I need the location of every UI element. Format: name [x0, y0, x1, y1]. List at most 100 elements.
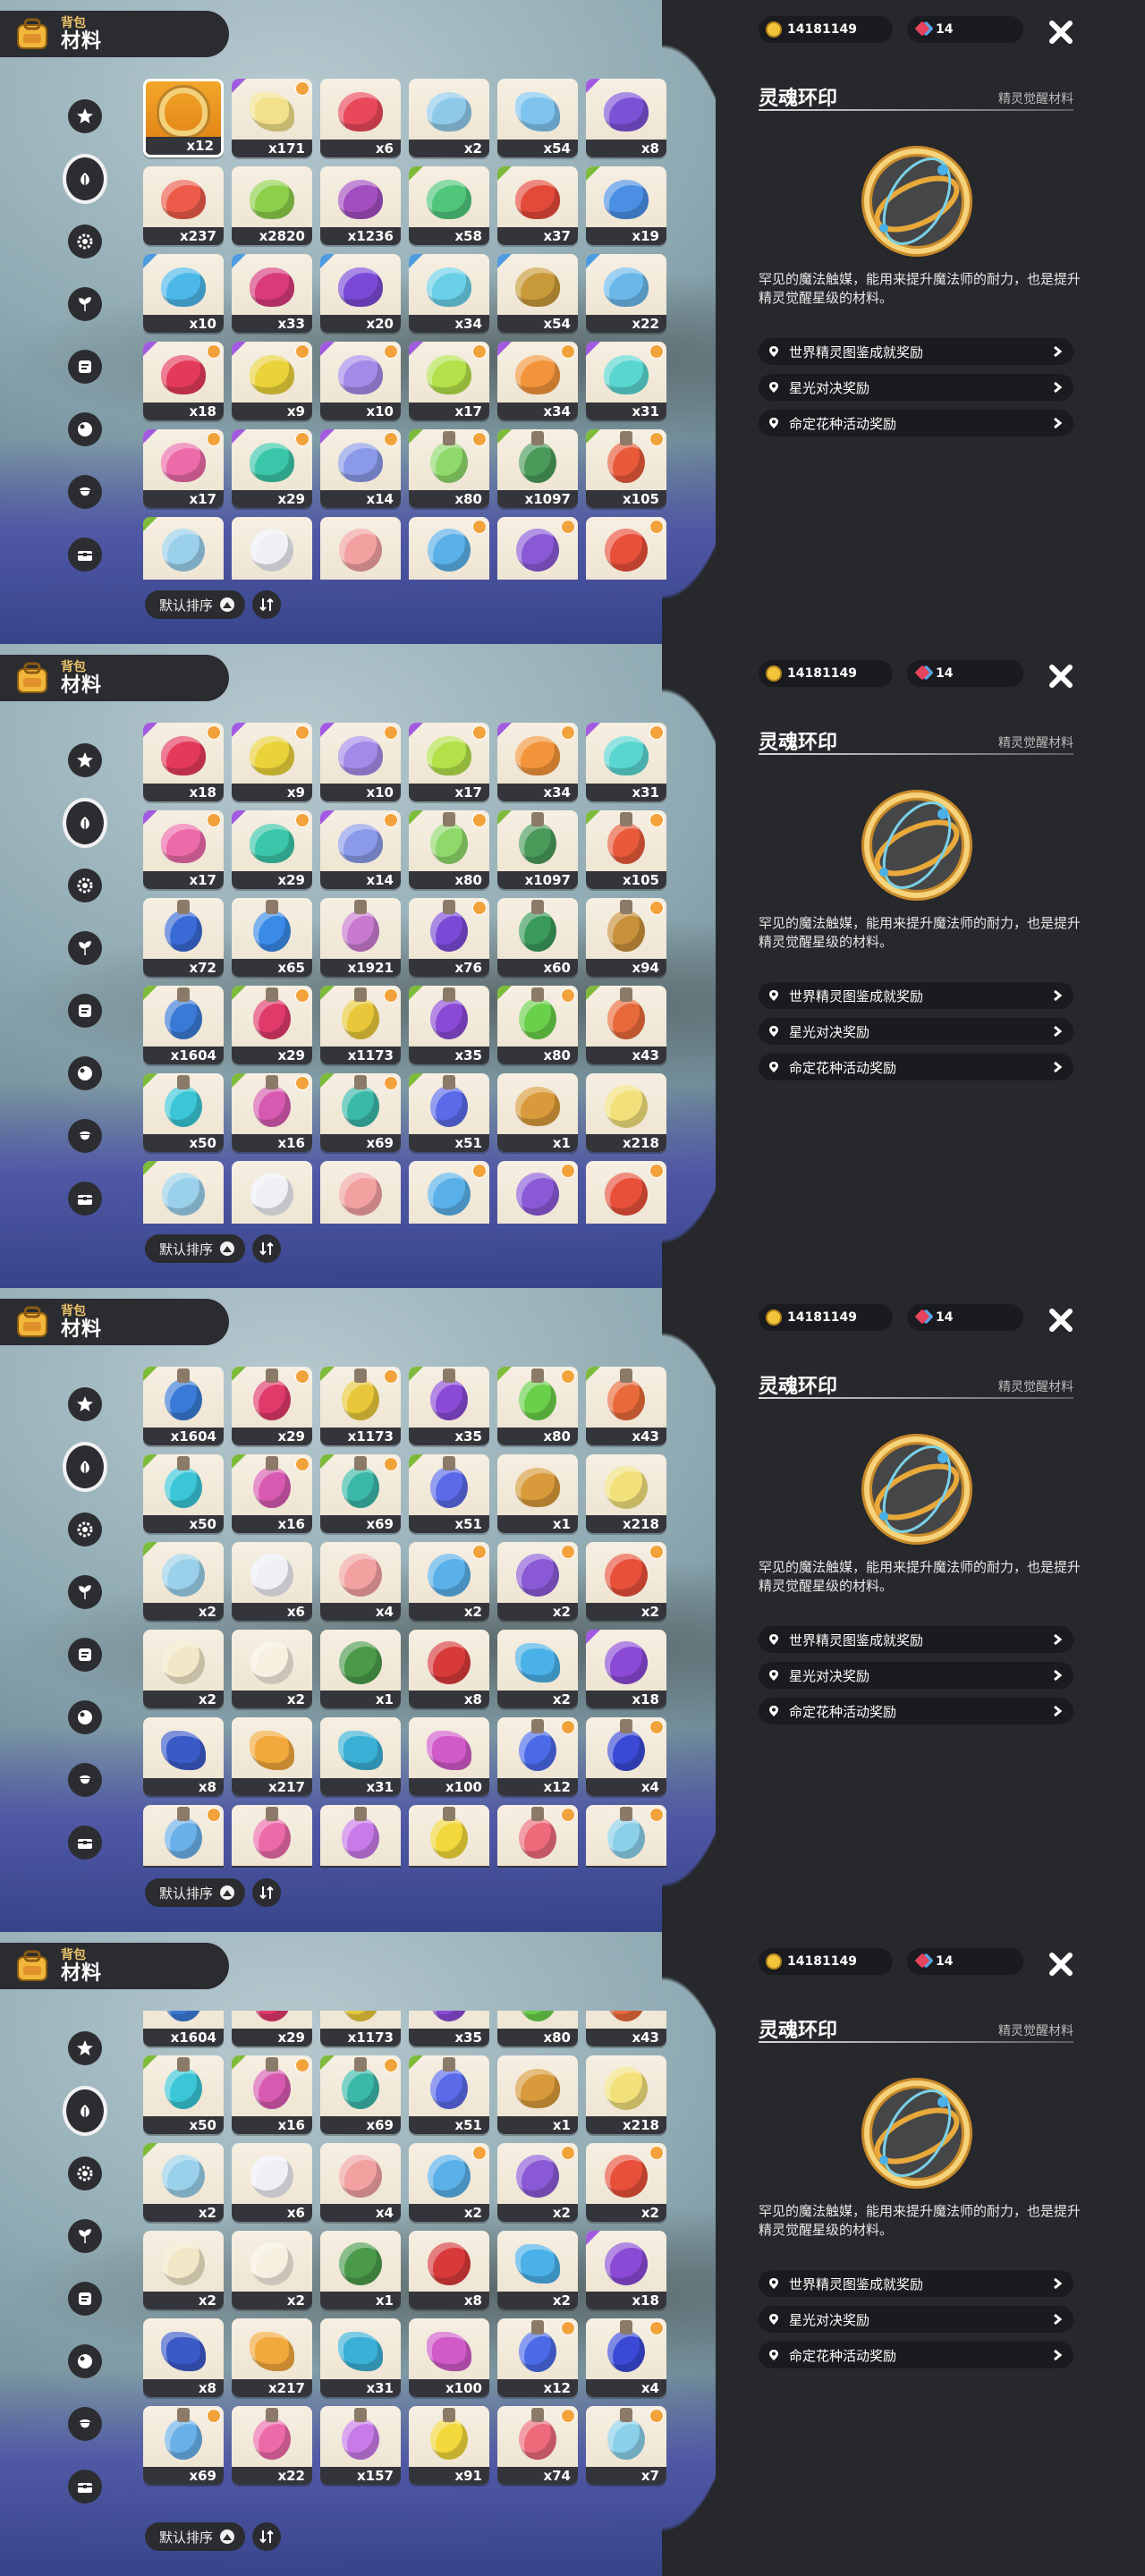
- item-slot[interactable]: x2: [497, 2231, 578, 2309]
- item-slot[interactable]: x65: [232, 898, 312, 977]
- item-slot[interactable]: x1604: [143, 2011, 224, 2046]
- item-slot[interactable]: x10: [320, 723, 401, 801]
- item-slot[interactable]: x31: [320, 1717, 401, 1796]
- item-slot[interactable]: x54: [497, 254, 578, 333]
- item-slot[interactable]: x4: [320, 2143, 401, 2222]
- item-slot[interactable]: x69: [320, 1454, 401, 1533]
- item-slot[interactable]: x16: [232, 1454, 312, 1533]
- item-slot[interactable]: x69: [143, 2406, 224, 2485]
- item-slot[interactable]: x1236: [320, 166, 401, 245]
- item-slot[interactable]: x22: [232, 2406, 312, 2485]
- nav-tab-sprout[interactable]: [63, 282, 107, 326]
- item-slot[interactable]: x4: [320, 1542, 401, 1621]
- item-slot[interactable]: [232, 1161, 312, 1224]
- source-link[interactable]: 世界精灵图鉴成就奖励: [759, 338, 1073, 365]
- item-slot[interactable]: x1: [497, 1454, 578, 1533]
- item-slot[interactable]: x51: [409, 1454, 489, 1533]
- nav-tab-gear[interactable]: [63, 1507, 107, 1552]
- item-slot[interactable]: x12: [143, 79, 224, 157]
- item-slot[interactable]: x14: [320, 429, 401, 508]
- source-link[interactable]: 星光对决奖励: [759, 374, 1073, 401]
- source-link[interactable]: 星光对决奖励: [759, 1018, 1073, 1045]
- item-slot[interactable]: x1: [320, 1630, 401, 1708]
- item-slot[interactable]: x51: [409, 2055, 489, 2134]
- item-slot[interactable]: x2: [143, 2231, 224, 2309]
- nav-tab-gear[interactable]: [63, 863, 107, 908]
- item-slot[interactable]: x22: [586, 254, 666, 333]
- item-slot[interactable]: x37: [497, 166, 578, 245]
- source-link[interactable]: 世界精灵图鉴成就奖励: [759, 2270, 1073, 2297]
- item-slot[interactable]: x2: [143, 1630, 224, 1708]
- nav-tab-chest[interactable]: [63, 532, 107, 577]
- item-slot[interactable]: x18: [586, 2231, 666, 2309]
- item-grid-viewport[interactable]: x1604 x29 x1173 x35 x80 x43 x50 x16 x69 x51 x1 x218…: [143, 2011, 680, 2512]
- nav-tab-star[interactable]: [63, 2026, 107, 2071]
- item-slot[interactable]: [497, 517, 578, 580]
- item-slot[interactable]: x43: [586, 986, 666, 1064]
- item-slot[interactable]: x2820: [232, 166, 312, 245]
- source-link[interactable]: 星光对决奖励: [759, 1662, 1073, 1689]
- item-slot[interactable]: x1097: [497, 810, 578, 889]
- nav-tab-orb[interactable]: [63, 407, 107, 452]
- nav-tab-orb[interactable]: [63, 2339, 107, 2384]
- item-slot[interactable]: x1173: [320, 986, 401, 1064]
- source-link[interactable]: 世界精灵图鉴成就奖励: [759, 982, 1073, 1009]
- item-slot[interactable]: x9: [232, 723, 312, 801]
- nav-tab-acorn[interactable]: [63, 470, 107, 514]
- nav-tab-leaf[interactable]: [63, 154, 107, 204]
- item-slot[interactable]: [497, 1161, 578, 1224]
- source-link[interactable]: 命定花种活动奖励: [759, 1698, 1073, 1724]
- nav-tab-scroll[interactable]: [63, 1632, 107, 1677]
- item-slot[interactable]: [586, 517, 666, 580]
- item-slot[interactable]: x80: [409, 429, 489, 508]
- nav-tab-acorn[interactable]: [63, 2402, 107, 2446]
- item-slot[interactable]: x91: [409, 2406, 489, 2485]
- item-slot[interactable]: x217: [232, 2318, 312, 2397]
- item-slot[interactable]: x51: [409, 1073, 489, 1152]
- item-slot[interactable]: x17: [143, 810, 224, 889]
- nav-tab-scroll[interactable]: [63, 2276, 107, 2321]
- item-slot[interactable]: x100: [409, 2318, 489, 2397]
- item-slot[interactable]: x4: [586, 1717, 666, 1796]
- close-icon[interactable]: [1045, 1304, 1077, 1336]
- item-slot[interactable]: x9: [232, 342, 312, 420]
- item-slot[interactable]: x18: [586, 1630, 666, 1708]
- item-slot[interactable]: x1604: [143, 986, 224, 1064]
- item-slot[interactable]: x29: [232, 1367, 312, 1445]
- item-slot[interactable]: x17: [409, 723, 489, 801]
- item-slot[interactable]: x31: [320, 2318, 401, 2397]
- item-slot[interactable]: x105: [586, 429, 666, 508]
- item-slot[interactable]: [232, 517, 312, 580]
- item-slot[interactable]: [320, 517, 401, 580]
- item-slot[interactable]: x33: [232, 254, 312, 333]
- item-slot[interactable]: x8: [586, 79, 666, 157]
- item-slot[interactable]: x7: [586, 2406, 666, 2485]
- item-slot[interactable]: x6: [320, 79, 401, 157]
- item-slot[interactable]: x218: [586, 1073, 666, 1152]
- nav-tab-chest[interactable]: [63, 1176, 107, 1221]
- item-slot[interactable]: x2: [586, 2143, 666, 2222]
- item-slot[interactable]: x50: [143, 2055, 224, 2134]
- sort-order-toggle[interactable]: [252, 1234, 282, 1263]
- item-slot[interactable]: x2: [497, 1542, 578, 1621]
- nav-tab-gear[interactable]: [63, 2151, 107, 2196]
- nav-tab-sprout[interactable]: [63, 1570, 107, 1614]
- item-slot[interactable]: x7: [586, 1805, 666, 1868]
- source-link[interactable]: 命定花种活动奖励: [759, 2342, 1073, 2368]
- item-slot[interactable]: x80: [497, 986, 578, 1064]
- item-slot[interactable]: x35: [409, 986, 489, 1064]
- item-slot[interactable]: x1173: [320, 1367, 401, 1445]
- item-slot[interactable]: x16: [232, 1073, 312, 1152]
- item-slot[interactable]: x31: [586, 342, 666, 420]
- item-slot[interactable]: x22: [232, 1805, 312, 1868]
- sort-order-toggle[interactable]: [252, 2522, 282, 2551]
- nav-tab-sprout[interactable]: [63, 926, 107, 970]
- item-slot[interactable]: x218: [586, 1454, 666, 1533]
- item-slot[interactable]: x2: [232, 2231, 312, 2309]
- item-slot[interactable]: x35: [409, 2011, 489, 2046]
- close-icon[interactable]: [1045, 660, 1077, 692]
- item-slot[interactable]: x43: [586, 2011, 666, 2046]
- sort-dropdown[interactable]: 默认排序: [145, 1234, 246, 1263]
- item-slot[interactable]: x14: [320, 810, 401, 889]
- item-slot[interactable]: x2: [409, 1542, 489, 1621]
